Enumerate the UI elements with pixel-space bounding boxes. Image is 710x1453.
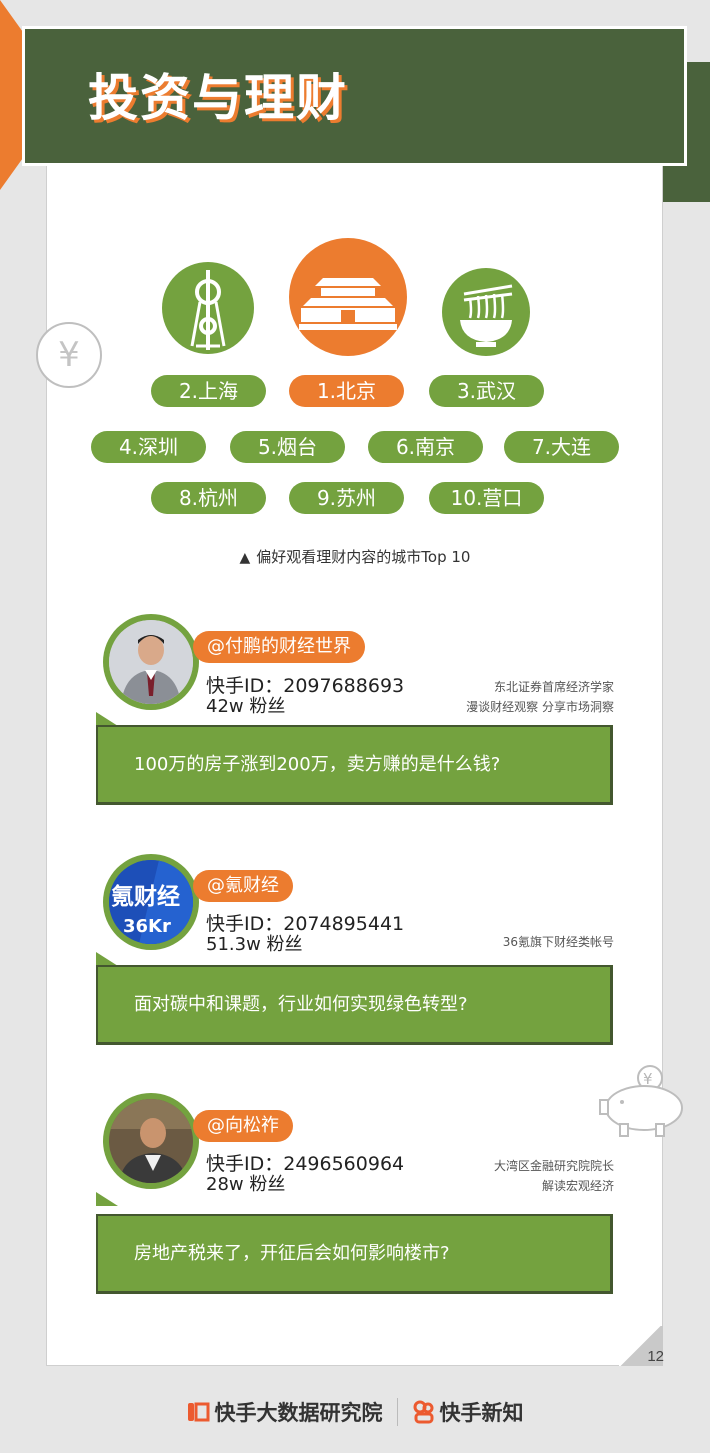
creator-description: 东北证券首席经济学家 漫谈财经观察 分享市场洞察 — [466, 677, 614, 717]
page-title: 投资与理财 — [88, 69, 348, 127]
creator-handle[interactable]: @向松祚 — [193, 1110, 293, 1142]
city-pill-hangzhou: 8.杭州 — [151, 482, 266, 514]
topic-bubble[interactable]: 房地产税来了，开征后会如何影响楼市? — [96, 1214, 613, 1294]
description-line: 东北证券首席经济学家 — [493, 680, 614, 694]
speech-bubble-tail — [96, 712, 118, 726]
creator-description: 大湾区金融研究院院长 解读宏观经济 — [494, 1156, 614, 1196]
caption-text: 偏好观看理财内容的城市Top 10 — [256, 548, 471, 566]
creator-avatar[interactable] — [103, 614, 199, 710]
tiananmen-icon — [289, 238, 407, 356]
noodle-bowl-icon — [442, 268, 530, 356]
avatar-photo — [109, 1099, 193, 1183]
city-pill-dalian: 7.大连 — [504, 431, 619, 463]
creator-handle[interactable]: @氪财经 — [193, 870, 293, 902]
city-pill-wuhan: 3.武汉 — [429, 375, 544, 407]
creator-avatar[interactable]: 氪财经 36Kr — [103, 854, 199, 950]
city-pill-yingkou: 10.营口 — [429, 482, 544, 514]
speech-bubble-tail — [96, 952, 118, 966]
footer-brand-research: 快手大数据研究院 — [214, 1401, 383, 1425]
city-pill-nanjing: 6.南京 — [368, 431, 483, 463]
speech-bubble-tail — [96, 1192, 118, 1206]
page-number: 12 — [647, 1348, 664, 1365]
avatar-logo-text: 氪财经 — [111, 883, 180, 910]
tower-icon — [162, 262, 254, 354]
avatar-photo — [109, 620, 193, 704]
fan-count: 42w 粉丝 — [206, 696, 286, 717]
description-line: 解读宏观经济 — [541, 1179, 614, 1193]
city-pill-beijing: 1.北京 — [289, 375, 404, 407]
triangle-marker-icon: ▲ — [239, 550, 251, 566]
avatar-logo-subtext: 36Kr — [123, 916, 171, 937]
piggy-bank-icon: ¥ — [598, 1062, 690, 1140]
description-line: 大湾区金融研究院院长 — [493, 1159, 614, 1173]
topic-bubble[interactable]: 100万的房子涨到200万，卖方赚的是什么钱? — [96, 725, 613, 805]
creator-avatar[interactable] — [103, 1093, 199, 1189]
city-ranking-caption: ▲ 偏好观看理财内容的城市Top 10 — [0, 546, 710, 567]
city-pill-suzhou: 9.苏州 — [289, 482, 404, 514]
yen-symbol: ¥ — [58, 335, 80, 375]
footer-brand-xinzhi: 快手新知 — [439, 1401, 524, 1425]
yen-coin-icon: ¥ — [36, 322, 102, 388]
footer-divider — [396, 1398, 398, 1426]
avatar-logo: 氪财经 36Kr — [109, 860, 193, 944]
kuaishou-logo-icon — [187, 1400, 211, 1424]
city-pill-shanghai: 2.上海 — [151, 375, 266, 407]
topic-bubble[interactable]: 面对碳中和课题，行业如何实现绿色转型? — [96, 965, 613, 1045]
fan-count: 28w 粉丝 — [206, 1174, 286, 1195]
fan-count: 51.3w 粉丝 — [206, 934, 303, 955]
city-pill-yantai: 5.烟台 — [230, 431, 345, 463]
description-line: 漫谈财经观察 分享市场洞察 — [466, 700, 614, 714]
footer-brands: 快手大数据研究院 快手新知 — [0, 1394, 710, 1430]
description-line: 36氪旗下财经类帐号 — [502, 935, 614, 949]
city-pill-shenzhen: 4.深圳 — [91, 431, 206, 463]
creator-handle[interactable]: @付鹏的财经世界 — [193, 631, 365, 663]
kuaishou-xinzhi-logo-icon — [412, 1400, 436, 1424]
creator-description: 36氪旗下财经类帐号 — [503, 932, 614, 952]
